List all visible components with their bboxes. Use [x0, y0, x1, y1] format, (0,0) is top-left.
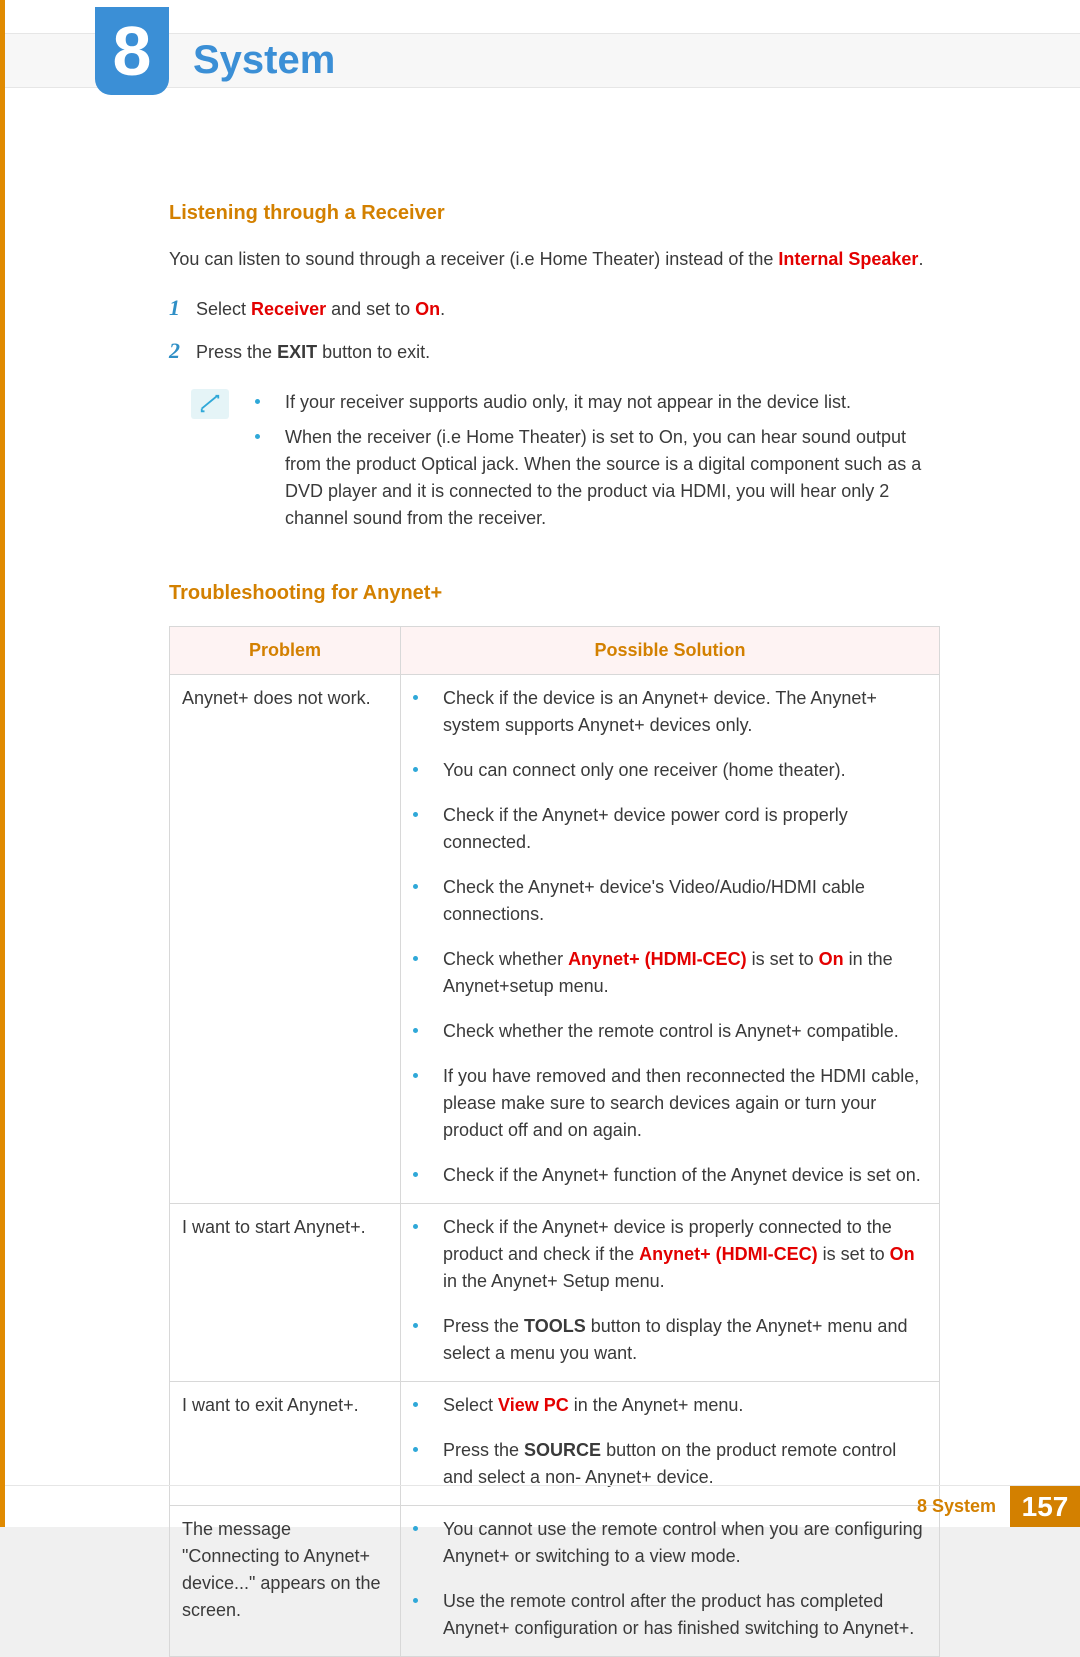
chapter-number: 8 [113, 16, 152, 86]
solution-item: Check the Anynet+ device's Video/Audio/H… [413, 874, 927, 928]
chapter-title: System [193, 38, 335, 83]
header-bar: 8 System [5, 34, 1080, 88]
steps-list: 1 Select Receiver and set to On. 2 Press… [169, 291, 940, 367]
text-red: On [890, 1244, 915, 1264]
text: is set to [818, 1244, 890, 1264]
page-content: Listening through a Receiver You can lis… [5, 88, 1080, 1657]
solution-item: If you have removed and then reconnected… [413, 1063, 927, 1144]
solution-item: You can connect only one receiver (home … [413, 757, 927, 784]
text: in the Anynet+ Setup menu. [443, 1271, 665, 1291]
intro-text-post: . [918, 249, 923, 269]
footer-chapter-label: 8 System [917, 1486, 1010, 1527]
step-2: 2 Press the EXIT button to exit. [169, 334, 940, 367]
step1-post: . [440, 299, 445, 319]
intro-paragraph: You can listen to sound through a receiv… [169, 246, 940, 273]
text: Select [443, 1395, 498, 1415]
solution-item: Use the remote control after the product… [413, 1588, 927, 1642]
text: is set to [747, 949, 819, 969]
step1-red2: On [415, 299, 440, 319]
section-heading-receiver: Listening through a Receiver [169, 198, 940, 228]
table-row: Anynet+ does not work. Check if the devi… [170, 675, 940, 1204]
table-row: The message "Connecting to Anynet+ devic… [170, 1506, 940, 1657]
note-icon [191, 389, 229, 419]
text-red: Anynet+ (HDMI-CEC) [639, 1244, 818, 1264]
cell-solution: You cannot use the remote control when y… [401, 1506, 940, 1657]
text-bold: SOURCE [524, 1440, 601, 1460]
cell-solution: Check if the device is an Anynet+ device… [401, 675, 940, 1204]
step1-pre: Select [196, 299, 251, 319]
footer-page-number: 157 [1010, 1486, 1080, 1527]
solution-item: Select View PC in the Anynet+ menu. [413, 1392, 927, 1419]
chapter-badge: 8 [95, 7, 169, 95]
th-solution: Possible Solution [401, 627, 940, 675]
solution-item: Check whether Anynet+ (HDMI-CEC) is set … [413, 946, 927, 1000]
text: in the Anynet+ menu. [569, 1395, 744, 1415]
step-number: 1 [169, 291, 191, 324]
solution-item: Press the SOURCE button on the product r… [413, 1437, 927, 1491]
solution-item: Check whether the remote control is Anyn… [413, 1018, 927, 1045]
intro-text-red: Internal Speaker [778, 249, 918, 269]
text: Press the [443, 1316, 524, 1336]
text: Press the [443, 1440, 524, 1460]
text-bold: TOOLS [524, 1316, 586, 1336]
step-number: 2 [169, 334, 191, 367]
solution-item: Check if the device is an Anynet+ device… [413, 685, 927, 739]
solution-item: Check if the Anynet+ device is properly … [413, 1214, 927, 1295]
text-red: View PC [498, 1395, 569, 1415]
text-red: On [819, 949, 844, 969]
step1-red1: Receiver [251, 299, 326, 319]
table-row: I want to start Anynet+. Check if the An… [170, 1204, 940, 1382]
cell-problem: I want to start Anynet+. [170, 1204, 401, 1382]
cell-solution: Check if the Anynet+ device is properly … [401, 1204, 940, 1382]
step2-post: button to exit. [317, 342, 430, 362]
section-heading-troubleshooting: Troubleshooting for Anynet+ [169, 578, 940, 608]
note-item: If your receiver supports audio only, it… [255, 389, 940, 416]
cell-problem: Anynet+ does not work. [170, 675, 401, 1204]
solution-item: Press the TOOLS button to display the An… [413, 1313, 927, 1367]
page-footer: 8 System 157 [5, 1485, 1080, 1527]
step1-mid: and set to [326, 299, 415, 319]
step2-pre: Press the [196, 342, 277, 362]
note-list: If your receiver supports audio only, it… [255, 389, 940, 540]
text: Check whether [443, 949, 568, 969]
step-1: 1 Select Receiver and set to On. [169, 291, 940, 324]
page: 8 System Listening through a Receiver Yo… [0, 0, 1080, 1527]
note-item: When the receiver (i.e Home Theater) is … [255, 424, 940, 532]
solution-item: Check if the Anynet+ device power cord i… [413, 802, 927, 856]
intro-text-pre: You can listen to sound through a receiv… [169, 249, 778, 269]
solution-item: Check if the Anynet+ function of the Any… [413, 1162, 927, 1189]
th-problem: Problem [170, 627, 401, 675]
step2-bold: EXIT [277, 342, 317, 362]
text-red: Anynet+ (HDMI-CEC) [568, 949, 747, 969]
cell-problem: The message "Connecting to Anynet+ devic… [170, 1506, 401, 1657]
note-block: If your receiver supports audio only, it… [169, 389, 940, 540]
